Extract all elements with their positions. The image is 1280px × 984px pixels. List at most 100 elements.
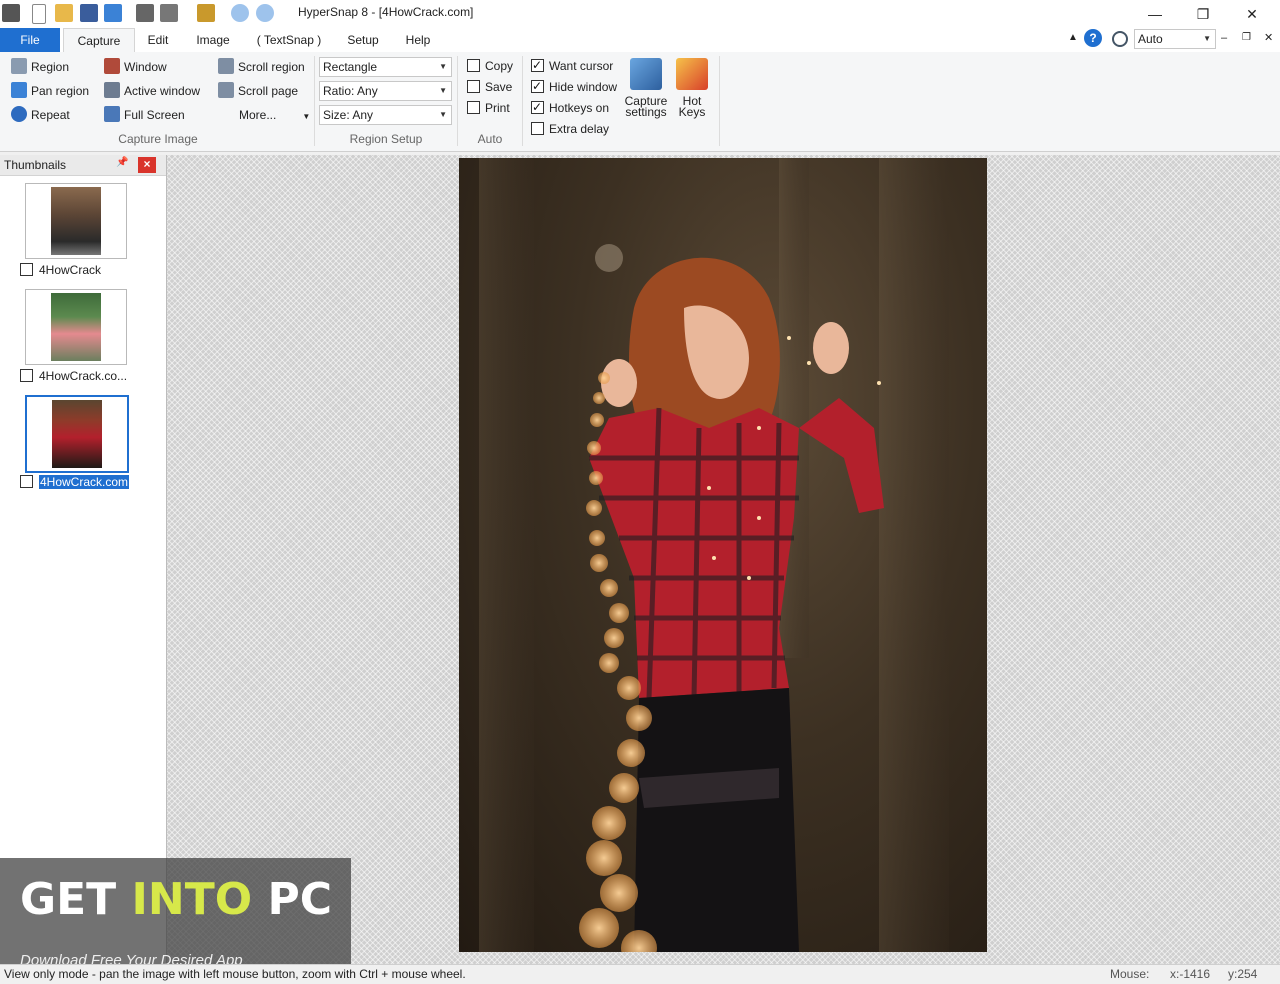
checkbox[interactable]: [20, 369, 33, 382]
watermark-brand-b: INTO: [131, 874, 253, 925]
clipboard-icon[interactable]: [197, 4, 215, 22]
capture-settings-button[interactable]: Capture settings: [622, 58, 670, 118]
checkbox[interactable]: [531, 56, 544, 74]
window-title: HyperSnap 8 - [4HowCrack.com]: [298, 5, 474, 19]
undo-icon[interactable]: [231, 4, 249, 22]
repeat-icon: [11, 106, 27, 122]
size-value: Size: Any: [323, 108, 374, 122]
checkbox[interactable]: [531, 98, 544, 116]
checkbox[interactable]: [531, 122, 544, 135]
pin-icon[interactable]: 📌: [116, 157, 128, 168]
auto-copy-label: Copy: [485, 59, 514, 73]
chevron-down-icon: ▼: [439, 110, 447, 119]
tab-edit[interactable]: Edit: [138, 28, 178, 52]
print-icon[interactable]: [136, 4, 154, 22]
tab-capture[interactable]: Capture: [63, 28, 135, 53]
chevron-down-icon: ▼: [439, 62, 447, 71]
checkbox[interactable]: [20, 263, 33, 276]
collapse-ribbon-icon[interactable]: ▲: [1068, 32, 1078, 43]
region-shape-value: Rectangle: [323, 60, 378, 74]
thumbnail-label-3[interactable]: 4HowCrack.com: [20, 474, 130, 490]
thumbnail-3-selected[interactable]: [25, 395, 129, 473]
group-divider: [457, 56, 458, 146]
thumbnails-panel: Thumbnails 📌 × 4HowCrack 4HowCrack.co...…: [0, 155, 167, 964]
tab-textsnap[interactable]: ( TextSnap ): [252, 28, 326, 52]
auto-print-checkbox[interactable]: Print: [467, 99, 510, 117]
watermark-brand: GET INTO PC: [20, 874, 332, 925]
thumbnails-header: Thumbnails 📌 ×: [0, 155, 166, 176]
auto-save-label: Save: [485, 80, 513, 94]
new-file-icon[interactable]: [32, 4, 46, 24]
app-icon: [2, 4, 20, 22]
region-setup-group-label: Region Setup: [349, 132, 423, 146]
want-cursor-checkbox[interactable]: Want cursor: [531, 56, 614, 75]
region-button[interactable]: Region: [11, 57, 69, 77]
tab-setup[interactable]: Setup: [340, 28, 386, 52]
checkbox[interactable]: [20, 475, 33, 488]
checkbox[interactable]: [467, 101, 480, 114]
window-button[interactable]: Window: [104, 57, 167, 77]
status-bar: View only mode - pan the image with left…: [0, 964, 1280, 984]
hide-window-checkbox[interactable]: Hide window: [531, 77, 618, 96]
ratio-select[interactable]: Ratio: Any ▼: [319, 81, 452, 101]
want-cursor-label: Want cursor: [549, 59, 614, 73]
tab-file[interactable]: File: [0, 28, 60, 52]
pan-region-button[interactable]: Pan region: [11, 81, 89, 101]
zoom-select-value: Auto: [1138, 32, 1163, 46]
mdi-close-icon[interactable]: ✕: [1264, 31, 1273, 44]
extra-delay-checkbox[interactable]: Extra delay: [531, 120, 609, 138]
zoom-select[interactable]: Auto ▼: [1134, 29, 1216, 49]
thumbnail-name: 4HowCrack.com: [39, 475, 130, 489]
thumbnail-label-1[interactable]: 4HowCrack: [20, 262, 101, 278]
thumbnail-2[interactable]: [25, 289, 127, 365]
repeat-label: Repeat: [31, 108, 70, 122]
mdi-minimize-icon[interactable]: –: [1221, 32, 1227, 44]
captured-image[interactable]: [459, 158, 987, 952]
open-folder-icon[interactable]: [55, 4, 73, 22]
mdi-restore-icon[interactable]: ❐: [1242, 32, 1251, 43]
tab-help[interactable]: Help: [398, 28, 438, 52]
checkbox[interactable]: [467, 80, 480, 93]
hotkeys-on-checkbox[interactable]: Hotkeys on: [531, 98, 609, 117]
full-screen-button[interactable]: Full Screen: [104, 105, 185, 125]
active-window-button[interactable]: Active window: [104, 81, 200, 101]
thumbnail-label-2[interactable]: 4HowCrack.co...: [20, 368, 127, 384]
watermark-brand-c: PC: [252, 874, 332, 925]
repeat-button[interactable]: Repeat: [11, 105, 70, 125]
auto-copy-checkbox[interactable]: Copy: [467, 57, 513, 75]
thumbnail-1[interactable]: [25, 183, 127, 259]
print-preview-icon[interactable]: [160, 4, 178, 22]
hot-keys-button[interactable]: Hot Keys: [672, 58, 712, 118]
tab-image[interactable]: Image: [190, 28, 236, 52]
auto-save-checkbox[interactable]: Save: [467, 78, 512, 96]
hide-window-label: Hide window: [549, 80, 618, 94]
close-icon[interactable]: ×: [138, 157, 156, 173]
full-screen-label: Full Screen: [124, 108, 185, 122]
ribbon-tabs: File Capture Edit Image ( TextSnap ) Set…: [0, 28, 1280, 53]
capture-settings-label-2: settings: [625, 105, 667, 119]
redo-icon[interactable]: [256, 4, 274, 22]
checkbox[interactable]: [467, 59, 480, 72]
capture-settings-icon: [630, 58, 662, 90]
zoom-icon[interactable]: [1112, 31, 1128, 47]
save-icon[interactable]: [80, 4, 98, 22]
checkbox[interactable]: [531, 77, 544, 95]
size-select[interactable]: Size: Any ▼: [319, 105, 452, 125]
status-message: View only mode - pan the image with left…: [4, 967, 466, 981]
watermark-brand-a: GET: [20, 874, 132, 925]
scroll-page-button[interactable]: Scroll page: [218, 81, 298, 101]
more-button[interactable]: More... ▼: [239, 105, 310, 125]
hot-keys-label-2: Keys: [678, 105, 706, 119]
auto-print-label: Print: [485, 101, 510, 115]
hot-keys-icon: [676, 58, 708, 90]
restore-button[interactable]: ❐: [1180, 0, 1226, 28]
upload-icon[interactable]: [104, 4, 122, 22]
thumbnail-name: 4HowCrack: [39, 263, 102, 277]
close-button[interactable]: ✕: [1229, 0, 1275, 28]
scroll-region-button[interactable]: Scroll region: [218, 57, 305, 77]
help-icon[interactable]: ?: [1084, 29, 1102, 47]
region-shape-select[interactable]: Rectangle ▼: [319, 57, 452, 77]
minimize-button[interactable]: —: [1132, 0, 1178, 28]
group-divider: [719, 56, 720, 146]
region-label: Region: [31, 60, 70, 74]
